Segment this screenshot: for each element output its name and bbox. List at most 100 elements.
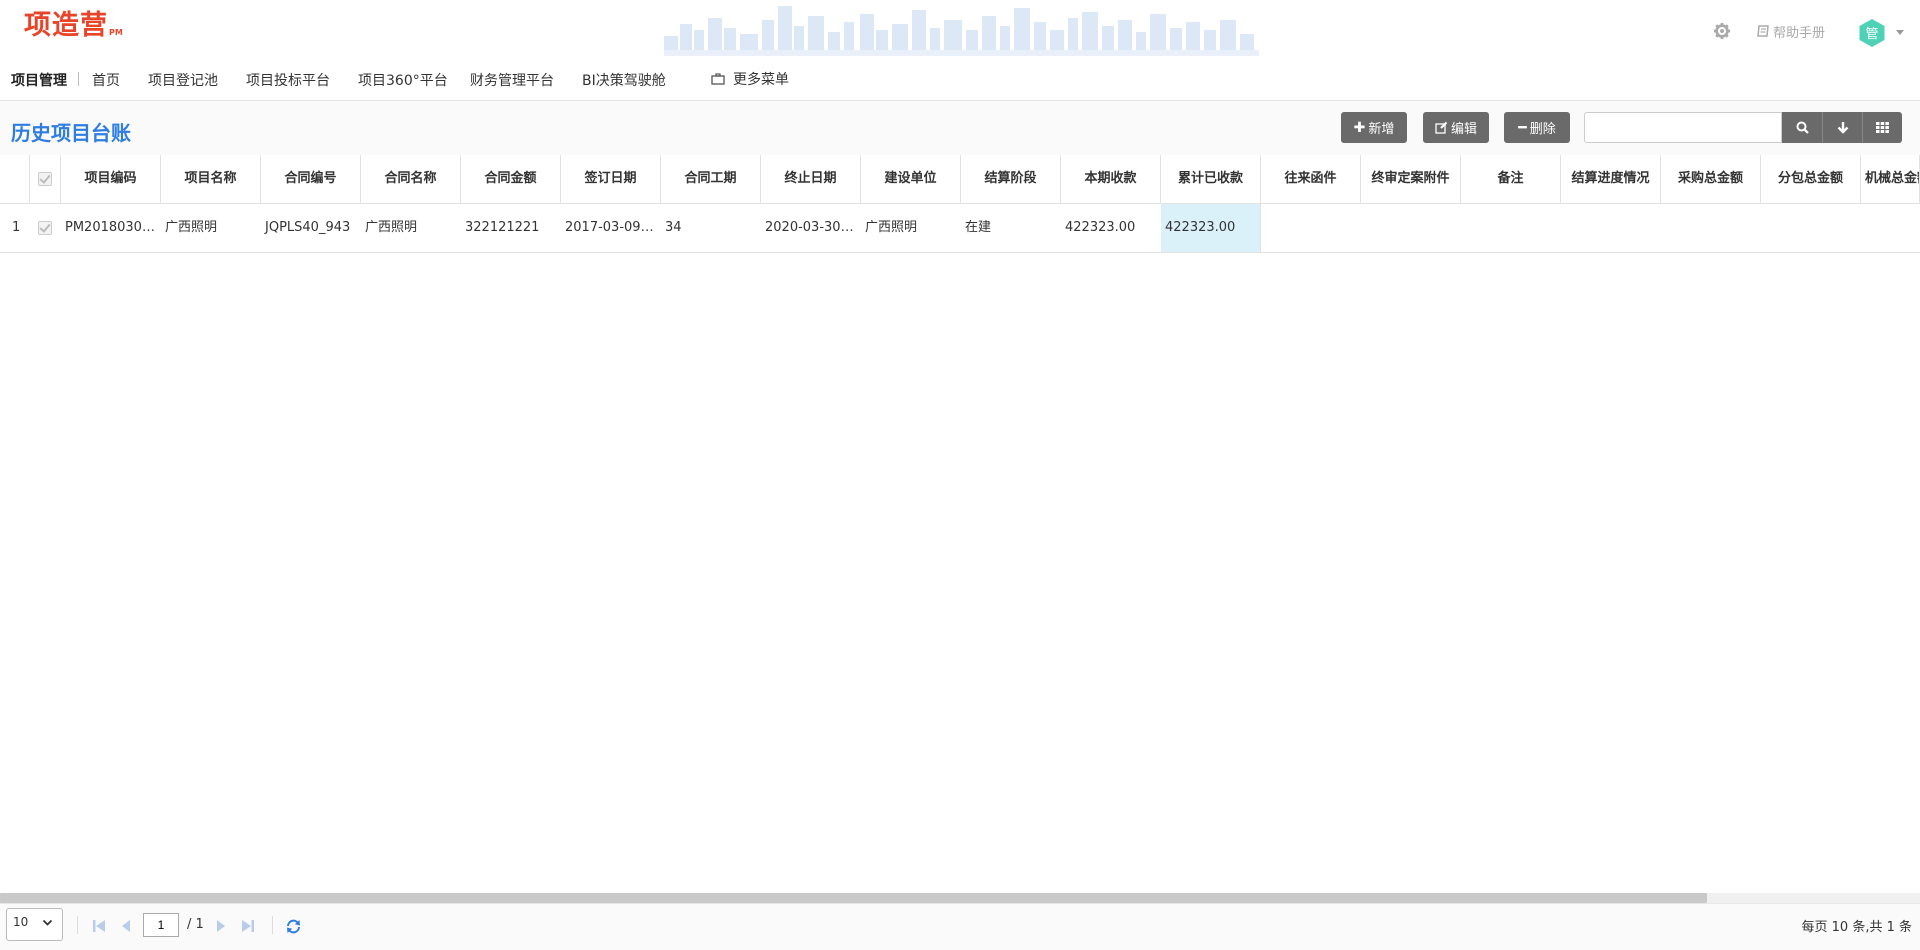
column-header[interactable]: 项目名称 bbox=[161, 155, 261, 203]
nav-item-bi-cockpit[interactable]: BI决策驾驶舱 bbox=[582, 70, 666, 90]
table-cell-selected[interactable]: 422323.00 bbox=[1161, 204, 1261, 252]
search-button[interactable] bbox=[1782, 112, 1822, 143]
minus-icon: ━ bbox=[1518, 119, 1527, 136]
column-header[interactable]: 往来函件 bbox=[1261, 155, 1361, 203]
pager-divider bbox=[77, 916, 78, 934]
table-cell[interactable]: 422323.00 bbox=[1061, 204, 1161, 252]
column-header[interactable]: 签订日期 bbox=[561, 155, 661, 203]
column-header[interactable]: 合同名称 bbox=[361, 155, 461, 203]
current-page-input[interactable] bbox=[143, 913, 179, 937]
chevron-down-icon bbox=[42, 919, 53, 926]
export-button[interactable] bbox=[1822, 112, 1862, 143]
table-cell[interactable]: 在建 bbox=[961, 204, 1061, 252]
table-cell[interactable] bbox=[1661, 204, 1761, 252]
table-cell[interactable] bbox=[1461, 204, 1561, 252]
table-cell[interactable]: 广西照明 bbox=[361, 204, 461, 252]
horizontal-scrollbar-thumb[interactable] bbox=[0, 893, 1707, 903]
app-logo[interactable]: 项造营 PM bbox=[24, 8, 123, 44]
table-cell[interactable]: 广西照明 bbox=[861, 204, 961, 252]
pager-divider bbox=[272, 916, 273, 934]
total-pages-text: / 1 bbox=[187, 917, 204, 932]
column-header[interactable]: 分包总金额 bbox=[1761, 155, 1861, 203]
edit-button[interactable]: 编辑 bbox=[1423, 112, 1489, 143]
help-manual-label: 帮助手册 bbox=[1773, 25, 1826, 41]
table-cell[interactable]: PM20180304… bbox=[61, 204, 161, 252]
column-header[interactable]: 项目编码 bbox=[61, 155, 161, 203]
table-cell[interactable] bbox=[1361, 204, 1461, 252]
search-input[interactable] bbox=[1584, 112, 1782, 143]
logo-text: 项造营 bbox=[24, 10, 108, 41]
prev-page-icon[interactable] bbox=[119, 918, 133, 934]
next-page-icon[interactable] bbox=[214, 918, 228, 934]
header-select-all-cell bbox=[30, 155, 61, 203]
table-cell[interactable]: 广西照明 bbox=[161, 204, 261, 252]
skyline-decoration bbox=[664, 6, 1259, 56]
column-header[interactable]: 机械总金额 bbox=[1861, 155, 1920, 203]
first-page-icon[interactable] bbox=[91, 918, 107, 934]
briefcase-icon bbox=[711, 73, 725, 85]
nav-item-registry-pool[interactable]: 项目登记池 bbox=[148, 70, 218, 90]
table-cell[interactable] bbox=[1761, 204, 1861, 252]
user-menu-caret-icon[interactable] bbox=[1896, 30, 1904, 35]
app-header: 项造营 PM 帮助手册 管 bbox=[0, 0, 1920, 58]
add-button[interactable]: ✚ 新增 bbox=[1341, 112, 1407, 143]
table-cell[interactable] bbox=[1861, 204, 1920, 252]
header-index-cell bbox=[0, 155, 30, 203]
pagination-summary: 每页 10 条,共 1 条 bbox=[1801, 920, 1912, 935]
table-cell[interactable]: 2017-03-09 0… bbox=[561, 204, 661, 252]
column-header[interactable]: 备注 bbox=[1461, 155, 1561, 203]
column-header[interactable]: 合同编号 bbox=[261, 155, 361, 203]
horizontal-scrollbar[interactable] bbox=[0, 893, 1920, 903]
column-header[interactable]: 终审定案附件 bbox=[1361, 155, 1461, 203]
table-cell[interactable]: JQPLS40_943 bbox=[261, 204, 361, 252]
edit-icon bbox=[1435, 121, 1448, 134]
column-header[interactable]: 合同金额 bbox=[461, 155, 561, 203]
logo-sub-text: PM bbox=[109, 28, 123, 37]
page-size-select[interactable]: 10 bbox=[6, 908, 63, 941]
delete-button-label: 删除 bbox=[1529, 122, 1556, 137]
delete-button[interactable]: ━ 删除 bbox=[1504, 112, 1570, 143]
avatar-text: 管 bbox=[1865, 27, 1878, 42]
nav-divider bbox=[78, 72, 79, 86]
nav-item-home[interactable]: 首页 bbox=[92, 70, 120, 90]
table-cell[interactable] bbox=[1261, 204, 1361, 252]
column-header[interactable]: 累计已收款 bbox=[1161, 155, 1261, 203]
nav-item-finance[interactable]: 财务管理平台 bbox=[470, 70, 554, 90]
page-title: 历史项目台账 bbox=[11, 121, 131, 145]
table-row[interactable]: 1 PM20180304… 广西照明 JQPLS40_943 广西照明 3221… bbox=[0, 204, 1920, 253]
book-icon bbox=[1757, 25, 1769, 37]
column-header[interactable]: 建设单位 bbox=[861, 155, 961, 203]
table-header-row: 项目编码 项目名称 合同编号 合同名称 合同金额 签订日期 合同工期 终止日期 … bbox=[0, 155, 1920, 204]
more-menu-label: 更多菜单 bbox=[733, 72, 789, 88]
page-toolbar: 历史项目台账 ✚ 新增 编辑 ━ 删除 bbox=[0, 101, 1920, 156]
nav-item-bidding[interactable]: 项目投标平台 bbox=[246, 70, 330, 90]
arrow-down-icon bbox=[1837, 122, 1848, 134]
nav-module-title: 项目管理 bbox=[11, 73, 67, 89]
column-header[interactable]: 合同工期 bbox=[661, 155, 761, 203]
help-manual-link[interactable]: 帮助手册 bbox=[1757, 22, 1826, 41]
column-header[interactable]: 结算进度情况 bbox=[1561, 155, 1661, 203]
edit-button-label: 编辑 bbox=[1450, 122, 1477, 137]
columns-toggle-button[interactable] bbox=[1862, 112, 1902, 143]
row-index-cell: 1 bbox=[12, 220, 21, 235]
user-avatar[interactable]: 管 bbox=[1857, 18, 1887, 48]
add-button-label: 新增 bbox=[1368, 122, 1395, 137]
column-header[interactable]: 本期收款 bbox=[1061, 155, 1161, 203]
plus-icon: ✚ bbox=[1353, 119, 1366, 136]
nav-item-project-360[interactable]: 项目360°平台 bbox=[358, 70, 448, 90]
column-header[interactable]: 终止日期 bbox=[761, 155, 861, 203]
top-nav: 项目管理 首页 项目登记池 项目投标平台 项目360°平台 财务管理平台 BI决… bbox=[0, 58, 1920, 101]
refresh-icon[interactable] bbox=[285, 918, 302, 935]
settings-gear-icon[interactable] bbox=[1713, 22, 1731, 40]
column-header[interactable]: 结算阶段 bbox=[961, 155, 1061, 203]
row-checkbox[interactable] bbox=[38, 221, 52, 235]
project-ledger-table: 项目编码 项目名称 合同编号 合同名称 合同金额 签订日期 合同工期 终止日期 … bbox=[0, 155, 1920, 892]
last-page-icon[interactable] bbox=[240, 918, 256, 934]
select-all-checkbox[interactable] bbox=[38, 172, 52, 186]
more-menu-button[interactable]: 更多菜单 bbox=[711, 69, 789, 89]
table-cell[interactable]: 322121221 bbox=[461, 204, 561, 252]
column-header[interactable]: 采购总金额 bbox=[1661, 155, 1761, 203]
table-cell[interactable]: 2020-03-30 0… bbox=[761, 204, 861, 252]
table-cell[interactable]: 34 bbox=[661, 204, 761, 252]
table-cell[interactable] bbox=[1561, 204, 1661, 252]
